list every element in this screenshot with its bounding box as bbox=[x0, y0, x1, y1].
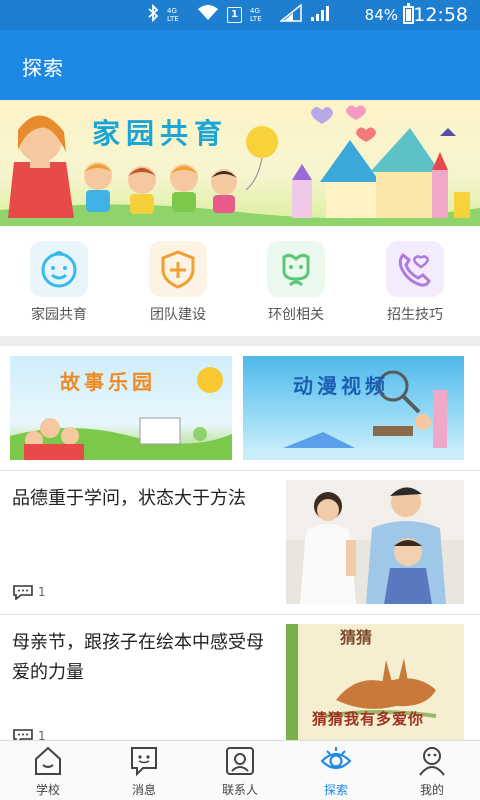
list-separator bbox=[0, 614, 480, 615]
tile-story-park[interactable]: 故事乐园 bbox=[10, 356, 232, 460]
status-icons: 4G LTE 1 4G LTE bbox=[147, 3, 332, 27]
sim-slot-badge: 1 bbox=[227, 7, 242, 23]
contacts-icon bbox=[226, 747, 254, 775]
tab-label: 学校 bbox=[35, 783, 60, 797]
house-icon bbox=[35, 746, 61, 775]
network-type-label: 4G LTE bbox=[167, 7, 179, 23]
comment-count-value: 1 bbox=[38, 585, 46, 599]
article-title: 母亲节，跟孩子在绘本中感受母爱的力量 bbox=[12, 632, 264, 683]
tab-explore[interactable]: 探索 bbox=[288, 741, 384, 800]
parent-child-photo bbox=[286, 480, 464, 604]
phone-heart-icon bbox=[386, 241, 444, 297]
tab-label: 探索 bbox=[323, 783, 348, 797]
tab-label: 我的 bbox=[419, 783, 444, 797]
quick-link-label: 招生技巧 bbox=[387, 307, 443, 323]
flower-face-icon bbox=[267, 241, 325, 297]
baby-face-icon bbox=[30, 241, 88, 297]
signal-icon bbox=[278, 3, 302, 26]
wifi-icon bbox=[197, 4, 219, 26]
tab-label: 联系人 bbox=[221, 783, 258, 797]
bottom-tab-bar: 学校 消息 联系人 探索 我的 bbox=[0, 740, 480, 800]
quick-link-label: 家园共育 bbox=[31, 307, 87, 323]
home-school-banner[interactable]: 家园共育 bbox=[0, 100, 480, 226]
book-cover-title-top: 猜猜 bbox=[340, 628, 373, 647]
page-title: 探索 bbox=[22, 56, 64, 80]
status-bar: 4G LTE 1 4G LTE 84% 12:58 bbox=[0, 0, 480, 30]
article-thumbnail: 猜猜 猜猜我有多爱你 bbox=[286, 624, 464, 748]
quick-link-environment[interactable]: 环创相关 bbox=[246, 238, 346, 328]
message-icon bbox=[131, 747, 157, 777]
quick-link-team-building[interactable]: 团队建设 bbox=[128, 238, 228, 328]
banner-illustration bbox=[0, 105, 480, 226]
tile-title: 故事乐园 bbox=[60, 370, 156, 394]
quick-link-label: 团队建设 bbox=[150, 307, 206, 323]
quick-link-enrollment[interactable]: 招生技巧 bbox=[365, 238, 465, 328]
tab-messages[interactable]: 消息 bbox=[96, 741, 192, 800]
article-item[interactable]: 母亲节，跟孩子在绘本中感受母爱的力量 1 猜猜 猜猜我有多爱你 bbox=[0, 618, 480, 758]
bluetooth-icon bbox=[147, 3, 159, 27]
tab-profile[interactable]: 我的 bbox=[384, 741, 480, 800]
tab-label: 消息 bbox=[131, 783, 156, 797]
eye-icon bbox=[321, 747, 351, 770]
book-cover-title: 猜猜我有多爱你 bbox=[312, 710, 425, 728]
network-type-label-2: 4G LTE bbox=[250, 7, 262, 23]
shield-plus-icon bbox=[149, 241, 207, 297]
book-cover-illustration bbox=[286, 624, 464, 748]
banner-title: 家园共育 bbox=[92, 117, 229, 150]
quick-links: 家园共育 团队建设 环创相关 招生技巧 bbox=[0, 226, 480, 336]
signal-icon-2 bbox=[310, 4, 332, 26]
clock: 12:58 bbox=[413, 4, 468, 26]
section-divider bbox=[0, 336, 480, 346]
article-title: 品德重于学问，状态大于方法 bbox=[12, 488, 246, 509]
comment-count[interactable]: 1 bbox=[12, 584, 46, 600]
quick-link-home-school[interactable]: 家园共育 bbox=[9, 238, 109, 328]
article-thumbnail bbox=[286, 480, 464, 604]
profile-icon bbox=[419, 747, 445, 776]
battery-percentage: 84% bbox=[364, 6, 398, 24]
tile-title: 动漫视频 bbox=[293, 374, 389, 398]
list-separator bbox=[0, 470, 480, 471]
quick-link-label: 环创相关 bbox=[268, 307, 324, 323]
article-item[interactable]: 品德重于学问，状态大于方法 1 bbox=[0, 474, 480, 614]
tab-contacts[interactable]: 联系人 bbox=[192, 741, 288, 800]
tile-animation-videos[interactable]: 动漫视频 bbox=[243, 356, 464, 460]
app-bar: 探索 bbox=[0, 30, 480, 100]
tab-school[interactable]: 学校 bbox=[0, 741, 96, 800]
comment-icon bbox=[13, 585, 33, 600]
